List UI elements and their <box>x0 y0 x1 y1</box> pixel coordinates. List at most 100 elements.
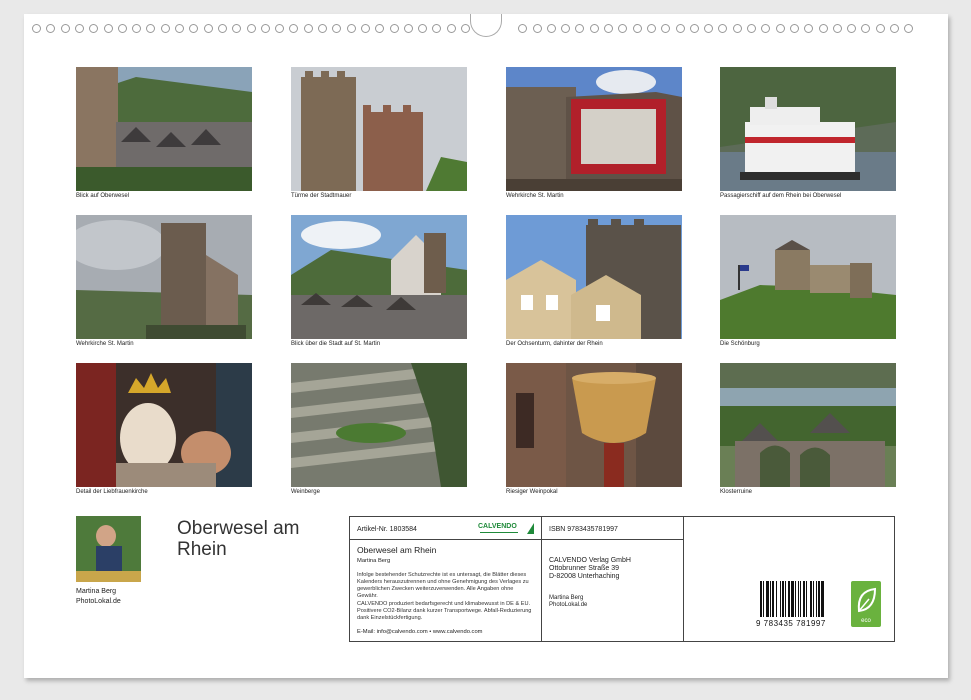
photo-vineyards <box>291 363 467 487</box>
title-line-2: Rhein <box>177 539 227 560</box>
binding-hole <box>360 24 370 33</box>
isbn: ISBN 9783435781997 <box>549 526 618 533</box>
binding-hole <box>675 24 685 33</box>
binding-hole <box>546 24 556 33</box>
barcode-bar <box>785 581 786 617</box>
photo-wine-goblet <box>506 363 682 487</box>
binding-hole <box>403 24 413 33</box>
binding-hole <box>890 24 899 33</box>
binding-hole <box>346 24 356 33</box>
binding-hole <box>275 24 285 33</box>
book-author: Martina Berg <box>357 558 391 564</box>
contact-line: E-Mail: info@calvendo.com • www.calvendo… <box>357 629 483 635</box>
binding-hole <box>632 24 642 33</box>
barcode-bar <box>760 581 762 617</box>
binding-hole <box>532 24 542 33</box>
binding-hole <box>604 24 613 33</box>
publisher-name: CALVENDO Verlag GmbH <box>549 557 631 564</box>
barcode-bar <box>813 581 814 617</box>
photo-caption: Blick auf Oberwesel <box>76 193 130 199</box>
binding-hole <box>775 24 785 33</box>
legal-notice: Infolge bestehender Schutzrechte ist es … <box>357 572 529 599</box>
barcode-bar <box>798 581 799 617</box>
binding-hole <box>32 24 41 33</box>
imprint-col-1: Artikel-Nr. 1803584 CALVENDO Oberwesel a… <box>350 517 542 641</box>
divider <box>350 539 541 540</box>
binding-hole <box>303 24 313 33</box>
author-site: PhotoLokal.de <box>76 598 121 605</box>
binding-hole <box>689 24 699 33</box>
binding-hole <box>704 24 714 33</box>
author-credit: Martina Berg PhotoLokal.de <box>76 587 121 607</box>
binding-hole <box>847 24 857 33</box>
binding-hole <box>832 24 842 33</box>
binding-hole <box>375 24 385 33</box>
binding-hole <box>146 24 156 33</box>
photo-caption: Wehrkirche St. Martin <box>76 341 134 347</box>
photo-oberwesel-view <box>76 67 252 191</box>
barcode-bar <box>772 581 774 617</box>
photo-caption: Detail der Liebfrauenkirche <box>76 489 148 495</box>
photo-caption: Weinberge <box>291 489 320 495</box>
binding-hole <box>732 24 742 33</box>
photo-city-view-st-martin <box>291 215 467 339</box>
binding-hole <box>461 24 470 33</box>
barcode-bar <box>821 581 824 617</box>
barcode-bar <box>776 581 777 617</box>
photo-monastery-ruin <box>720 363 896 487</box>
binding-hole <box>818 24 828 33</box>
binding-hole <box>74 24 84 33</box>
binding-hole <box>861 24 871 33</box>
binding-hole <box>103 24 113 33</box>
photo-liebfrauenkirche-detail <box>76 363 252 487</box>
binding-hole <box>117 24 127 33</box>
binding-hole <box>232 24 242 33</box>
barcode-bar <box>810 581 812 617</box>
photo-caption: Riesiger Weinpokal <box>506 489 558 495</box>
binding-hole <box>575 24 585 33</box>
barcode-bar <box>795 581 796 617</box>
binding-hole <box>246 24 256 33</box>
author-photo <box>76 516 141 582</box>
barcode-bar <box>791 581 794 617</box>
binding-hole <box>747 24 756 33</box>
article-number: Artikel-Nr. 1803584 <box>357 526 417 533</box>
binding-hole <box>646 24 656 33</box>
binding-hole <box>618 24 628 33</box>
barcode-bar <box>763 581 764 617</box>
photo-ochsenturm <box>506 215 682 339</box>
divider <box>542 539 683 540</box>
photo-caption: Der Ochsenturm, dahinter der Rhein <box>506 341 603 347</box>
photo-passenger-ship <box>720 67 896 191</box>
binding-hole <box>189 24 199 33</box>
binding-hole <box>318 24 327 33</box>
photo-caption: Türme der Stadtmauer <box>291 193 352 199</box>
barcode-bar <box>800 581 801 617</box>
photo-caption: Die Schönburg <box>720 341 760 347</box>
binding-hole <box>446 24 456 33</box>
book-title: Oberwesel am Rhein <box>357 545 437 555</box>
binding-hole <box>418 24 428 33</box>
barcode-bar <box>806 581 807 617</box>
barcode-bar <box>770 581 771 617</box>
binding-hole <box>718 24 728 33</box>
binding-hole <box>432 24 442 33</box>
barcode-bar <box>818 581 820 617</box>
binding-hole <box>875 24 885 33</box>
publisher-author: Martina Berg <box>549 595 584 601</box>
binding-hole <box>175 24 184 33</box>
calvendo-logo: CALVENDO <box>478 523 534 535</box>
barcode-bar <box>782 581 784 617</box>
binding-hole <box>160 24 170 33</box>
photo-st-martin-church <box>506 67 682 191</box>
binding-hole <box>789 24 799 33</box>
photo-caption: Klosterruine <box>720 489 753 495</box>
photo-schoenburg <box>720 215 896 339</box>
publisher-city: D-82008 Unterhaching <box>549 573 620 580</box>
binding-hole <box>260 24 270 33</box>
calendar-title: Oberwesel am Rhein <box>177 518 300 560</box>
publisher-street: Ottobrunner Straße 39 <box>549 565 620 572</box>
binding-hole <box>804 24 814 33</box>
barcode-bar <box>788 581 790 617</box>
binding-hole <box>203 24 213 33</box>
